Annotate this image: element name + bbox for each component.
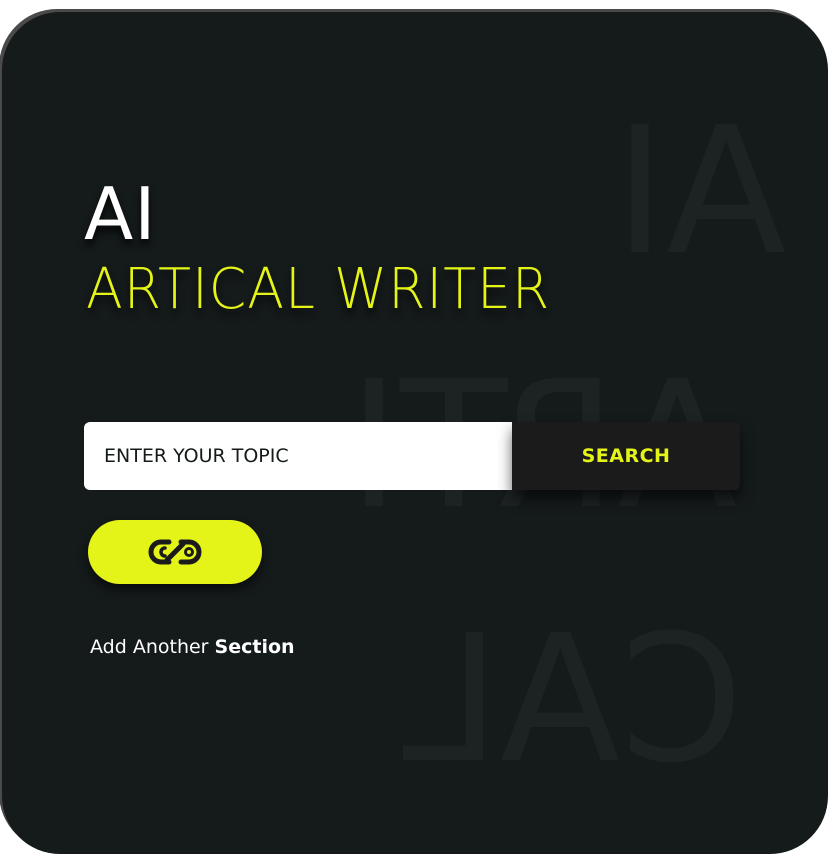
add-section-prefix: Add Another — [90, 636, 209, 658]
page-subtitle: ARTICAL WRITER — [86, 257, 551, 322]
add-section-emphasis: Section — [214, 636, 295, 658]
topic-input[interactable] — [84, 422, 514, 490]
add-section-link[interactable]: Add Another Section — [90, 636, 295, 658]
main-card: AI ARTI CAL AI ARTICAL WRITER SEARCH Add… — [2, 12, 828, 854]
background-watermark-text: CAL — [402, 597, 744, 802]
search-bar: SEARCH — [84, 422, 740, 490]
search-button[interactable]: SEARCH — [512, 422, 740, 490]
background-watermark-text: AI — [614, 89, 787, 294]
page-title: AI — [84, 172, 157, 256]
link-chain-icon — [139, 534, 211, 570]
link-button[interactable] — [88, 520, 262, 584]
